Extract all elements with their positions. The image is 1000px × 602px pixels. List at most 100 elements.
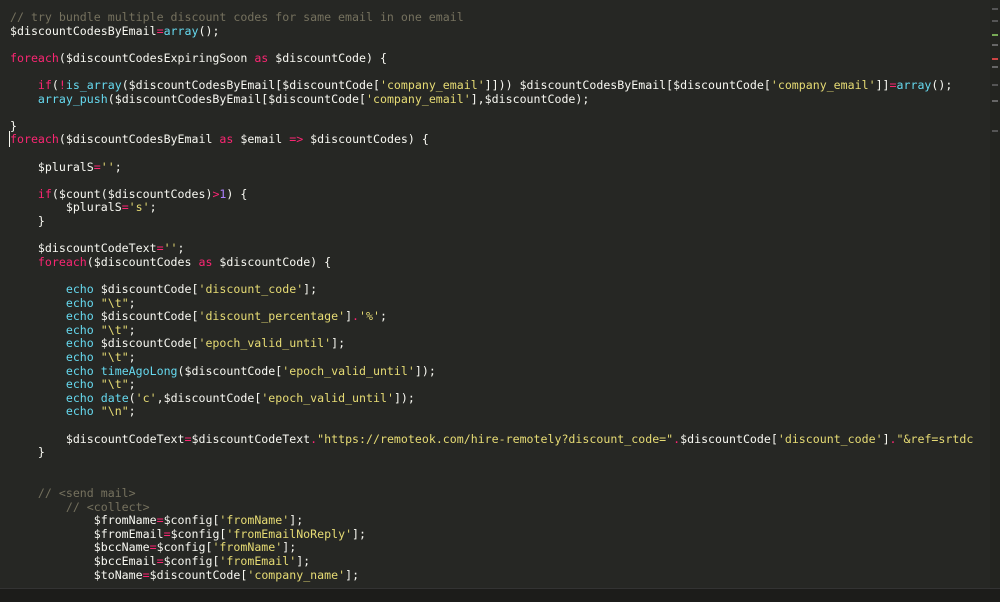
- code-token: ;: [128, 404, 136, 419]
- code-line[interactable]: }: [10, 119, 17, 133]
- code-token: ]: [345, 309, 353, 324]
- code-token: 'discount_percentage': [198, 309, 346, 324]
- code-token: ($discountCodesByEmail: [58, 132, 220, 147]
- code-line[interactable]: $toName=$discountCode['company_name'];: [10, 568, 359, 582]
- code-token: =: [163, 526, 171, 541]
- code-token: =: [93, 159, 101, 174]
- code-line[interactable]: $discountCodesByEmail=array();: [10, 24, 219, 38]
- code-token: .: [352, 309, 360, 324]
- code-token: echo: [65, 363, 94, 378]
- minimap-mark: [992, 34, 998, 36]
- code-line[interactable]: echo "\t";: [10, 323, 136, 337]
- code-line[interactable]: foreach($discountCodesByEmail as $email …: [10, 132, 429, 146]
- code-token: $pluralS: [65, 200, 122, 215]
- code-token: // <collect>: [65, 499, 150, 514]
- code-token: .: [889, 431, 897, 446]
- code-line[interactable]: $pluralS='';: [10, 160, 122, 174]
- code-token: =: [142, 567, 150, 582]
- code-token: $config[: [170, 526, 227, 541]
- code-line[interactable]: $discountCodeText='';: [10, 241, 185, 255]
- code-token: ;: [177, 241, 185, 256]
- code-token: ,$discountCode[: [156, 390, 262, 405]
- code-token: ($discountCode[: [177, 363, 283, 378]
- code-token: =: [156, 241, 164, 256]
- code-token: 'company_email': [379, 78, 485, 92]
- code-token: ];: [289, 513, 304, 528]
- code-line[interactable]: echo $discountCode['epoch_valid_until'];: [10, 336, 345, 350]
- code-line[interactable]: echo "\t";: [10, 350, 136, 364]
- code-token: $config[: [156, 540, 213, 555]
- code-line[interactable]: }: [10, 214, 45, 228]
- code-line[interactable]: // <send mail>: [10, 486, 136, 500]
- code-token: ]])) $discountCodesByEmail[$discountCode…: [484, 78, 771, 92]
- code-token: ;: [114, 159, 122, 174]
- code-token: ];: [345, 567, 360, 582]
- code-token: 'epoch_valid_until': [261, 390, 394, 405]
- code-token: =: [149, 540, 157, 555]
- code-token: $discountCodeText: [191, 431, 311, 446]
- code-token: $toName: [93, 567, 143, 582]
- code-token: '': [163, 241, 178, 256]
- code-token: "\n": [100, 404, 129, 419]
- code-line[interactable]: echo timeAgoLong($discountCode['epoch_va…: [10, 364, 436, 378]
- code-line[interactable]: if($count($discountCodes)>1) {: [10, 187, 247, 201]
- code-line[interactable]: echo $discountCode['discount_percentage'…: [10, 309, 387, 323]
- code-token: ();: [931, 78, 953, 92]
- code-token: (: [128, 390, 136, 405]
- code-line[interactable]: if(!is_array($discountCodesByEmail[$disc…: [10, 78, 952, 92]
- code-line[interactable]: }: [10, 445, 45, 459]
- code-line[interactable]: array_push($discountCodesByEmail[$discou…: [10, 92, 589, 106]
- code-token: 'discount_code': [777, 431, 883, 446]
- code-line[interactable]: echo $discountCode['discount_code'];: [10, 282, 317, 296]
- code-token: if: [37, 78, 52, 92]
- code-token: echo: [65, 336, 94, 351]
- code-token: ($discountCodes: [86, 254, 199, 269]
- code-token: if: [37, 186, 52, 201]
- code-token: echo: [65, 309, 94, 324]
- code-line[interactable]: echo date('c',$discountCode['epoch_valid…: [10, 391, 415, 405]
- code-token: =: [156, 554, 164, 568]
- code-line[interactable]: echo "\t";: [10, 377, 136, 391]
- code-token: 's': [128, 200, 150, 215]
- code-token: "\t": [100, 322, 129, 337]
- code-line[interactable]: $fromEmail=$config['fromEmailNoReply'];: [10, 527, 366, 541]
- code-token: =>: [289, 132, 304, 147]
- code-token: 'epoch_valid_until': [282, 363, 415, 378]
- code-line[interactable]: // try bundle multiple discount codes fo…: [10, 10, 464, 24]
- code-token: =: [121, 200, 129, 215]
- code-line[interactable]: echo "\t";: [10, 296, 136, 310]
- code-line[interactable]: $bccEmail=$config['fromEmail'];: [10, 554, 310, 568]
- code-token: $discountCode[: [149, 567, 248, 582]
- code-token: foreach: [10, 50, 59, 65]
- code-line[interactable]: $pluralS='s';: [10, 200, 157, 214]
- code-token: 'fromName': [212, 540, 283, 555]
- code-line[interactable]: foreach($discountCodesExpiringSoon as $d…: [10, 51, 387, 65]
- code-line[interactable]: $bccName=$config['fromName'];: [10, 540, 296, 554]
- code-line[interactable]: $discountCodeText=$discountCodeText. "htt…: [10, 432, 973, 446]
- code-token: $discountCodes) {: [303, 132, 429, 147]
- code-line[interactable]: foreach($discountCodes as $discountCode)…: [10, 255, 331, 269]
- code-token: ];: [331, 336, 346, 351]
- code-line[interactable]: $fromName=$config['fromName'];: [10, 513, 303, 527]
- code-editor[interactable]: // try bundle multiple discount codes fo…: [0, 0, 990, 588]
- minimap-mark: [992, 100, 998, 102]
- code-line[interactable]: echo "\n";: [10, 404, 136, 418]
- code-token: ]]: [875, 78, 890, 92]
- code-line[interactable]: // <collect>: [10, 500, 150, 514]
- code-token: "https://remoteok.com/hire-remotely?disc…: [317, 431, 674, 446]
- code-token: $pluralS: [37, 159, 94, 174]
- status-bar: [0, 588, 1000, 602]
- code-token: $config[: [163, 513, 220, 528]
- code-token: (: [51, 78, 59, 92]
- code-token: !: [58, 78, 66, 92]
- minimap[interactable]: [990, 0, 1000, 588]
- minimap-mark: [992, 44, 998, 46]
